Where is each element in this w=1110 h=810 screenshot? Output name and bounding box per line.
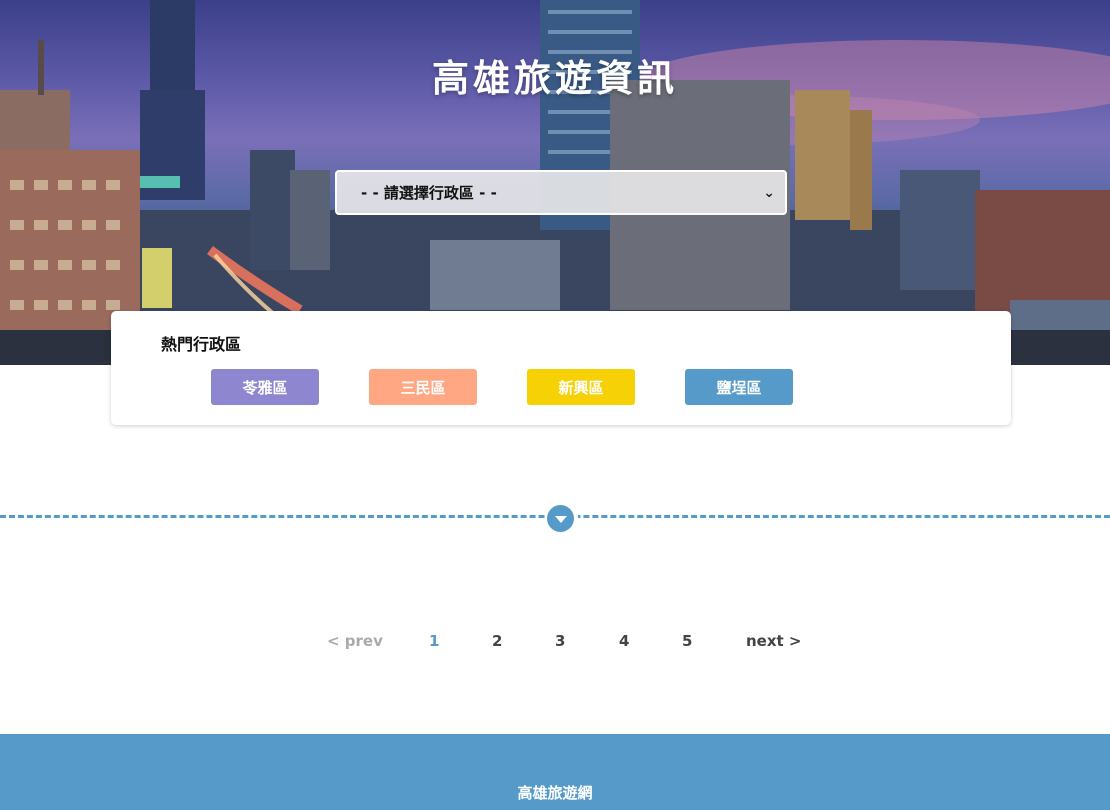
hot-districts-title: 熱門行政區 (161, 335, 242, 354)
district-button-yancheng[interactable]: 鹽埕區 (685, 369, 793, 405)
footer-site-name: 高雄旅遊網 (517, 784, 593, 802)
district-select[interactable]: - - 請選擇行政區 - - ⌄ (335, 170, 787, 215)
scroll-down-button[interactable] (547, 505, 574, 532)
hot-districts-card: 熱門行政區 苓雅區 三民區 新興區 鹽埕區 (111, 311, 1011, 425)
district-select-value: - - 請選擇行政區 - - (361, 184, 497, 202)
district-button-sanmin[interactable]: 三民區 (369, 369, 477, 405)
pagination-page-5[interactable]: 5 (682, 632, 692, 650)
pagination-page-1[interactable]: 1 (429, 632, 439, 650)
pagination-next[interactable]: next > (746, 632, 802, 650)
chevron-down-icon: ⌄ (763, 184, 775, 201)
pagination: < prev 1 2 3 4 5 next > (0, 632, 1110, 652)
page-title: 高雄旅遊資訊 (432, 57, 678, 100)
pagination-page-2[interactable]: 2 (492, 632, 502, 650)
pagination-prev[interactable]: < prev (327, 632, 383, 650)
district-button-xinxing[interactable]: 新興區 (527, 369, 635, 405)
chevron-down-icon (554, 516, 567, 523)
pagination-page-4[interactable]: 4 (619, 632, 629, 650)
footer: 高雄旅遊網 (0, 734, 1110, 810)
pagination-page-3[interactable]: 3 (555, 632, 565, 650)
district-button-lingya[interactable]: 苓雅區 (211, 369, 319, 405)
